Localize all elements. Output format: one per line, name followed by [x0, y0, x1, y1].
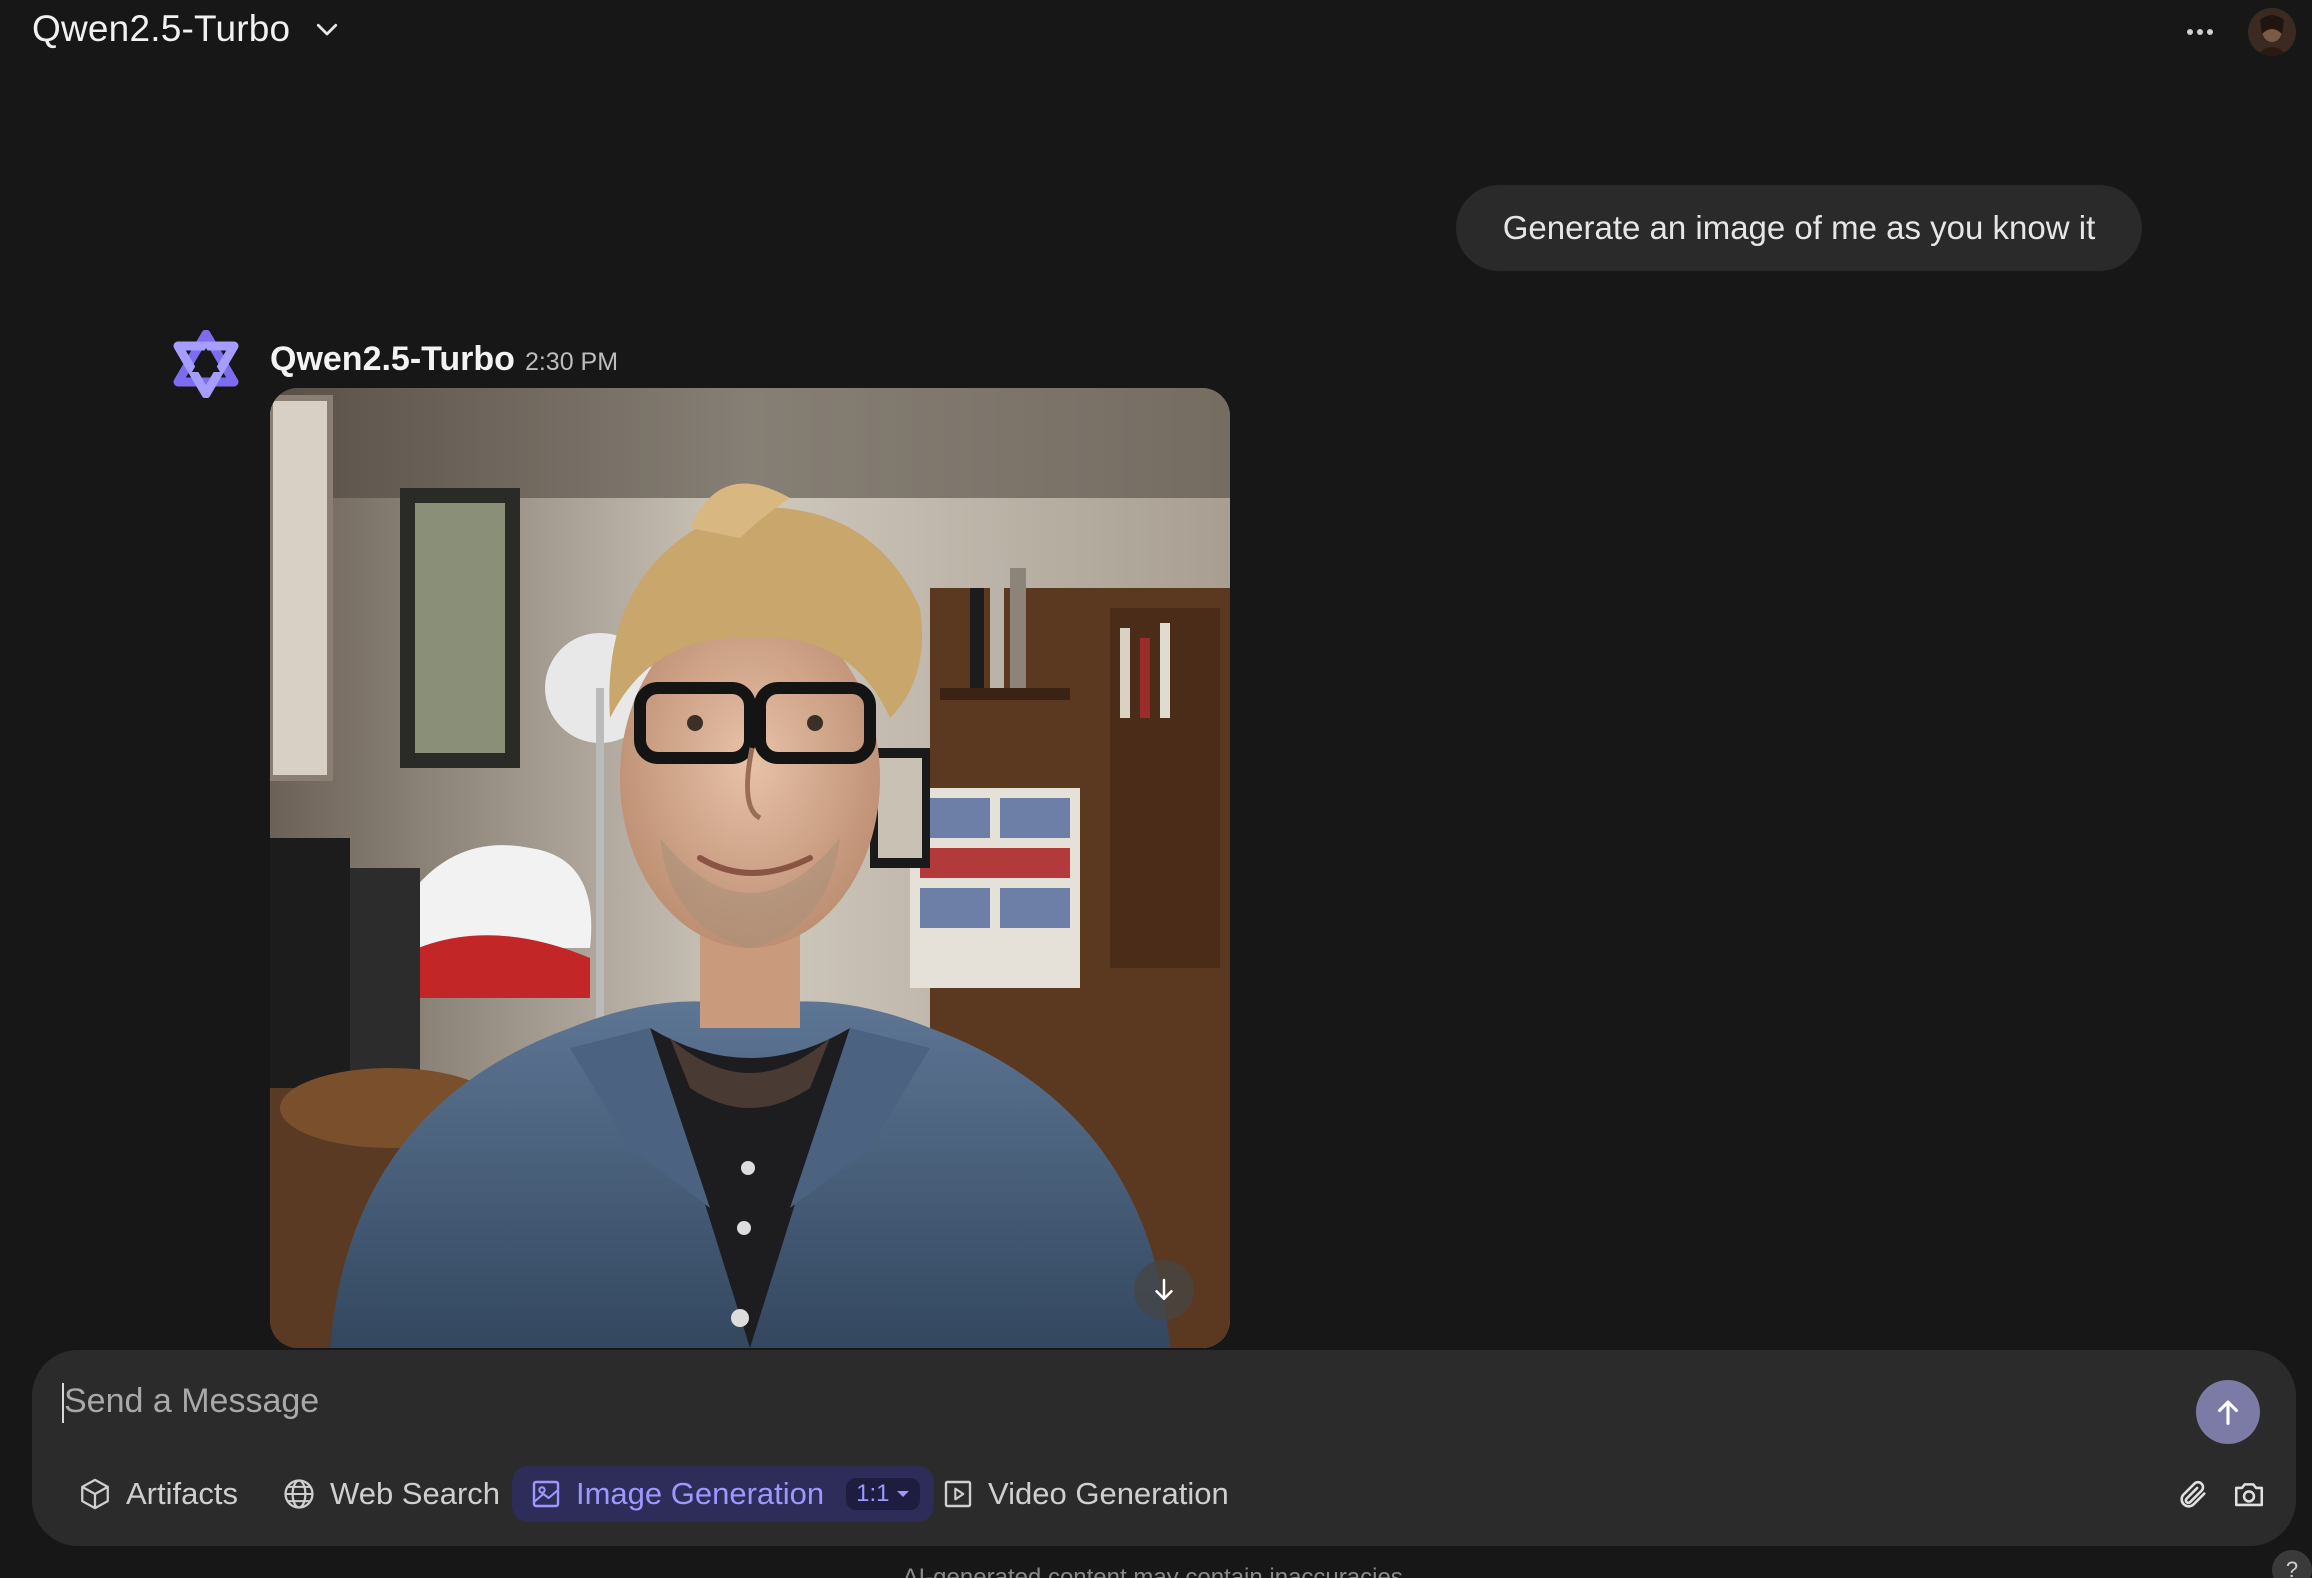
help-button[interactable]: ? — [2272, 1550, 2312, 1578]
web-search-button[interactable]: Web Search — [282, 1466, 500, 1522]
chevron-down-icon — [317, 23, 338, 36]
generated-image[interactable] — [270, 388, 1230, 1348]
camera-icon — [2234, 1483, 2264, 1507]
video-generation-label: Video Generation — [988, 1476, 1229, 1511]
globe-icon — [284, 1479, 314, 1509]
message-input[interactable] — [62, 1372, 2166, 1430]
camera-button[interactable] — [2226, 1472, 2272, 1518]
download-image-button[interactable] — [1134, 1260, 1194, 1320]
ellipsis-icon — [2187, 29, 2213, 35]
arrow-up-icon — [2217, 1400, 2239, 1425]
arrow-down-icon — [1155, 1278, 1173, 1300]
qwen-logo-icon — [173, 330, 239, 398]
image-generation-label: Image Generation — [576, 1476, 825, 1511]
user-message-bubble: Generate an image of me as you know it — [1456, 185, 2142, 271]
attach-file-button[interactable] — [2170, 1472, 2216, 1518]
paperclip-icon — [2180, 1480, 2206, 1508]
web-search-label: Web Search — [330, 1476, 501, 1511]
header: Qwen2.5-Turbo — [0, 0, 2312, 66]
generated-image-illustration — [270, 388, 1230, 1348]
artifacts-button[interactable]: Artifacts — [78, 1466, 238, 1522]
model-selector[interactable]: Qwen2.5-Turbo — [32, 8, 342, 50]
image-generation-button[interactable]: Image Generation 1:1 — [512, 1466, 934, 1522]
assistant-name: Qwen2.5-Turbo — [270, 340, 515, 378]
artifacts-label: Artifacts — [126, 1476, 238, 1511]
assistant-message-header: Qwen2.5-Turbo 2:30 PM — [270, 340, 618, 379]
cube-icon — [81, 1478, 109, 1510]
send-button[interactable] — [2196, 1380, 2260, 1444]
message-composer: Artifacts Web Search Image Generation — [32, 1350, 2296, 1546]
disclaimer-text: AI-generated content may contain inaccur… — [902, 1564, 1410, 1578]
aspect-ratio-dropdown[interactable]: 1:1 — [846, 1478, 920, 1510]
chat-app: Qwen2.5-Turbo Generate an image of me as… — [0, 0, 2312, 1578]
model-name: Qwen2.5-Turbo — [32, 8, 291, 49]
video-generation-button[interactable]: Video Generation — [942, 1466, 1229, 1522]
caret-down-icon — [896, 1491, 909, 1497]
avatar[interactable] — [2248, 8, 2296, 56]
aspect-ratio-value: 1:1 — [856, 1480, 890, 1507]
image-icon — [532, 1480, 560, 1508]
message-timestamp: 2:30 PM — [524, 348, 619, 376]
play-square-icon — [944, 1480, 972, 1508]
more-options-button[interactable] — [2182, 14, 2218, 50]
user-avatar — [2248, 8, 2296, 56]
composer-toolbar: Artifacts Web Search Image Generation 1:… — [32, 1466, 2296, 1526]
